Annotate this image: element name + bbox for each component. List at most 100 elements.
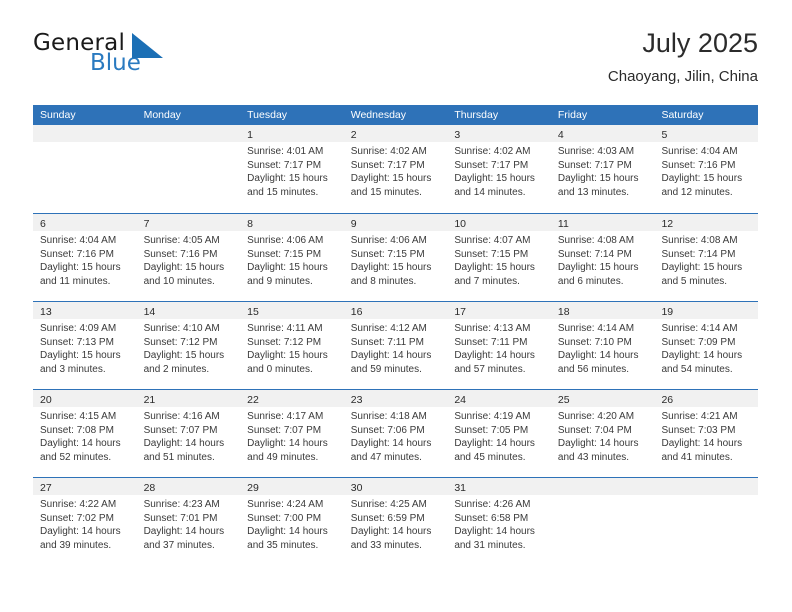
day-details: Sunrise: 4:18 AM Sunset: 7:06 PM Daylight:… bbox=[344, 407, 448, 464]
daylight-text-line2: and 12 minutes. bbox=[661, 186, 733, 198]
weekday-saturday: Saturday bbox=[661, 109, 704, 121]
day-cell[interactable]: 17 Sunrise: 4:13 AM Sunset: 7:11 PM Dayligh… bbox=[447, 302, 551, 389]
sunrise-text: Sunrise: 4:06 AM bbox=[350, 235, 427, 246]
day-details: Sunrise: 4:10 AM Sunset: 7:12 PM Daylight:… bbox=[137, 319, 241, 376]
day-cell[interactable]: 31 Sunrise: 4:26 AM Sunset: 6:58 PM Dayligh… bbox=[447, 478, 551, 565]
day-details: Sunrise: 4:06 AM Sunset: 7:15 PM Daylight:… bbox=[344, 231, 448, 288]
day-cell[interactable]: 18 Sunrise: 4:14 AM Sunset: 7:10 PM Dayligh… bbox=[550, 302, 655, 389]
day-details: Sunrise: 4:26 AM Sunset: 6:58 PM Daylight:… bbox=[447, 495, 551, 552]
day-cell[interactable]: 22 Sunrise: 4:17 AM Sunset: 7:07 PM Dayligh… bbox=[240, 390, 344, 477]
day-details: Sunrise: 4:12 AM Sunset: 7:11 PM Daylight:… bbox=[344, 319, 448, 376]
sunset-text: Sunset: 7:17 PM bbox=[247, 159, 322, 171]
day-details: Sunrise: 4:15 AM Sunset: 7:08 PM Daylight:… bbox=[33, 407, 137, 464]
day-details: Sunrise: 4:22 AM Sunset: 7:02 PM Daylight:… bbox=[33, 495, 137, 552]
day-details: Sunrise: 4:04 AM Sunset: 7:16 PM Daylight:… bbox=[33, 231, 137, 288]
day-number: 31 bbox=[454, 482, 466, 494]
day-cell[interactable]: 19 Sunrise: 4:14 AM Sunset: 7:09 PM Dayligh… bbox=[654, 302, 759, 389]
day-cell[interactable]: 2 Sunrise: 4:02 AM Sunset: 7:17 PM Daylight… bbox=[343, 125, 448, 213]
sunset-text: Sunset: 7:05 PM bbox=[454, 424, 529, 436]
day-cell[interactable]: 15 Sunrise: 4:11 AM Sunset: 7:12 PM Dayligh… bbox=[240, 302, 344, 389]
sunrise-text: Sunrise: 4:09 AM bbox=[40, 323, 117, 334]
day-cell[interactable]: 30 Sunrise: 4:25 AM Sunset: 6:59 PM Dayligh… bbox=[343, 478, 448, 565]
day-number: 1 bbox=[247, 129, 253, 141]
calendar-week-row: 6 Sunrise: 4:04 AM Sunset: 7:16 PM Daylight… bbox=[33, 213, 759, 301]
sunset-text: Sunset: 7:07 PM bbox=[143, 424, 218, 436]
day-cell[interactable]: 28 Sunrise: 4:23 AM Sunset: 7:01 PM Dayligh… bbox=[136, 478, 241, 565]
sunset-text: Sunset: 7:16 PM bbox=[40, 248, 114, 260]
day-cell[interactable]: 4 Sunrise: 4:03 AM Sunset: 7:17 PM Daylight… bbox=[550, 125, 655, 213]
day-number-band: 17 bbox=[447, 302, 551, 319]
sunset-text: Sunset: 7:07 PM bbox=[247, 424, 322, 436]
day-number-band: 13 bbox=[33, 302, 137, 319]
day-number-band: 3 bbox=[447, 125, 551, 142]
sunset-text: Sunset: 7:10 PM bbox=[557, 336, 632, 348]
day-details: Sunrise: 4:01 AM Sunset: 7:17 PM Daylight:… bbox=[240, 142, 344, 199]
day-details: Sunrise: 4:08 AM Sunset: 7:14 PM Daylight:… bbox=[654, 231, 758, 288]
day-details: Sunrise: 4:23 AM Sunset: 7:01 PM Daylight:… bbox=[137, 495, 241, 552]
day-number-band bbox=[550, 478, 655, 495]
day-number-band: 28 bbox=[136, 478, 241, 495]
day-cell[interactable]: 6 Sunrise: 4:04 AM Sunset: 7:16 PM Daylight… bbox=[33, 214, 137, 301]
day-number-band: 7 bbox=[136, 214, 241, 231]
daylight-text-line2: and 8 minutes. bbox=[350, 275, 417, 287]
daylight-text-line1: Daylight: 15 hours bbox=[350, 173, 432, 185]
sunset-text: Sunset: 7:17 PM bbox=[557, 159, 632, 171]
day-number-band: 1 bbox=[240, 125, 344, 142]
day-details: Sunrise: 4:21 AM Sunset: 7:03 PM Daylight:… bbox=[654, 407, 758, 464]
weekday-sunday: Sunday bbox=[40, 109, 76, 121]
day-cell-empty bbox=[654, 478, 759, 565]
day-number-band: 6 bbox=[33, 214, 137, 231]
calendar-week-row: 13 Sunrise: 4:09 AM Sunset: 7:13 PM Dayligh… bbox=[33, 301, 759, 389]
day-number: 15 bbox=[247, 306, 259, 318]
day-cell[interactable]: 10 Sunrise: 4:07 AM Sunset: 7:15 PM Dayligh… bbox=[447, 214, 551, 301]
day-cell[interactable]: 7 Sunrise: 4:05 AM Sunset: 7:16 PM Daylight… bbox=[136, 214, 241, 301]
day-cell[interactable]: 23 Sunrise: 4:18 AM Sunset: 7:06 PM Dayligh… bbox=[343, 390, 448, 477]
day-details: Sunrise: 4:19 AM Sunset: 7:05 PM Daylight:… bbox=[447, 407, 551, 464]
day-number-band: 30 bbox=[343, 478, 448, 495]
day-cell[interactable]: 20 Sunrise: 4:15 AM Sunset: 7:08 PM Dayligh… bbox=[33, 390, 137, 477]
day-cell[interactable]: 24 Sunrise: 4:19 AM Sunset: 7:05 PM Dayligh… bbox=[447, 390, 551, 477]
daylight-text-line1: Daylight: 15 hours bbox=[40, 262, 121, 274]
day-number-band: 22 bbox=[240, 390, 344, 407]
day-cell[interactable]: 29 Sunrise: 4:24 AM Sunset: 7:00 PM Dayligh… bbox=[240, 478, 344, 565]
day-number: 9 bbox=[350, 218, 357, 230]
day-number: 4 bbox=[557, 129, 564, 141]
sunset-text: Sunset: 7:12 PM bbox=[143, 336, 218, 348]
daylight-text-line1: Daylight: 14 hours bbox=[454, 438, 535, 450]
sunrise-text: Sunrise: 4:13 AM bbox=[454, 323, 531, 334]
day-cell[interactable]: 25 Sunrise: 4:20 AM Sunset: 7:04 PM Dayligh… bbox=[550, 390, 655, 477]
day-number-band bbox=[654, 478, 759, 495]
day-number-band: 27 bbox=[33, 478, 137, 495]
sunset-text: Sunset: 7:17 PM bbox=[454, 159, 529, 171]
sunset-text: Sunset: 7:00 PM bbox=[247, 512, 322, 524]
day-cell-empty bbox=[33, 125, 137, 213]
day-cell[interactable]: 8 Sunrise: 4:06 AM Sunset: 7:15 PM Daylight… bbox=[240, 214, 344, 301]
day-cell[interactable]: 26 Sunrise: 4:21 AM Sunset: 7:03 PM Dayligh… bbox=[654, 390, 759, 477]
daylight-text-line2: and 15 minutes. bbox=[350, 186, 422, 198]
daylight-text-line2: and 43 minutes. bbox=[557, 451, 630, 463]
day-cell[interactable]: 12 Sunrise: 4:08 AM Sunset: 7:14 PM Dayligh… bbox=[654, 214, 759, 301]
day-number: 24 bbox=[454, 394, 466, 406]
day-cell[interactable]: 14 Sunrise: 4:10 AM Sunset: 7:12 PM Dayligh… bbox=[136, 302, 241, 389]
day-cell[interactable]: 5 Sunrise: 4:04 AM Sunset: 7:16 PM Daylight… bbox=[654, 125, 759, 213]
brand-logo[interactable]: General Blue bbox=[33, 30, 253, 88]
daylight-text-line2: and 39 minutes. bbox=[40, 539, 112, 551]
page-header: General Blue July 2025 Chaoyang, Jilin, … bbox=[33, 28, 758, 92]
day-number-band: 4 bbox=[550, 125, 655, 142]
daylight-text-line1: Daylight: 14 hours bbox=[557, 350, 639, 362]
day-cell[interactable]: 3 Sunrise: 4:02 AM Sunset: 7:17 PM Daylight… bbox=[447, 125, 551, 213]
day-cell[interactable]: 9 Sunrise: 4:06 AM Sunset: 7:15 PM Daylight… bbox=[343, 214, 448, 301]
day-cell[interactable]: 13 Sunrise: 4:09 AM Sunset: 7:13 PM Dayligh… bbox=[33, 302, 137, 389]
day-cell[interactable]: 11 Sunrise: 4:08 AM Sunset: 7:14 PM Dayligh… bbox=[550, 214, 655, 301]
daylight-text-line2: and 3 minutes. bbox=[40, 363, 106, 375]
day-details: Sunrise: 4:06 AM Sunset: 7:15 PM Daylight:… bbox=[240, 231, 344, 288]
daylight-text-line2: and 49 minutes. bbox=[247, 451, 319, 463]
day-cell[interactable]: 27 Sunrise: 4:22 AM Sunset: 7:02 PM Dayligh… bbox=[33, 478, 137, 565]
daylight-text-line2: and 37 minutes. bbox=[143, 539, 215, 551]
day-number-band: 2 bbox=[343, 125, 448, 142]
day-cell[interactable]: 16 Sunrise: 4:12 AM Sunset: 7:11 PM Dayligh… bbox=[343, 302, 448, 389]
sunset-text: Sunset: 7:02 PM bbox=[40, 512, 114, 524]
day-cell[interactable]: 1 Sunrise: 4:01 AM Sunset: 7:17 PM Daylight… bbox=[240, 125, 344, 213]
sunset-text: Sunset: 7:15 PM bbox=[350, 248, 425, 260]
day-cell[interactable]: 21 Sunrise: 4:16 AM Sunset: 7:07 PM Dayligh… bbox=[136, 390, 241, 477]
